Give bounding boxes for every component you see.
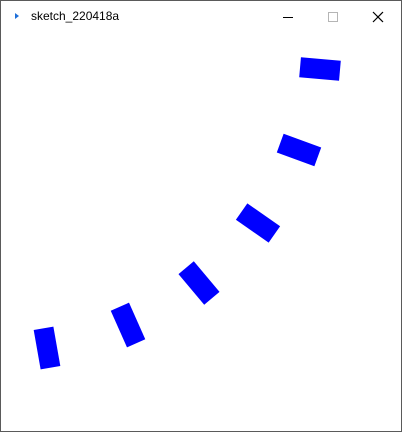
close-icon	[372, 11, 384, 23]
sketch-drawing	[33, 57, 341, 370]
title-bar[interactable]: sketch_220418a	[1, 1, 401, 32]
rotated-rectangle	[299, 57, 341, 81]
rotated-rectangle	[235, 203, 281, 243]
minimize-icon	[283, 17, 293, 18]
maximize-button[interactable]	[310, 1, 355, 32]
rotated-rectangles	[33, 57, 341, 370]
window-title: sketch_220418a	[31, 9, 120, 23]
rotated-rectangle	[110, 302, 146, 348]
sketch-canvas[interactable]	[1, 32, 401, 431]
minimize-button[interactable]	[265, 1, 310, 32]
sketch-window: sketch_220418a	[0, 0, 402, 432]
processing-sketch-icon	[15, 13, 19, 19]
rotated-rectangle	[276, 133, 322, 167]
close-button[interactable]	[355, 1, 400, 32]
maximize-icon	[328, 12, 338, 22]
rotated-rectangle	[178, 261, 220, 305]
rotated-rectangle	[33, 326, 61, 370]
